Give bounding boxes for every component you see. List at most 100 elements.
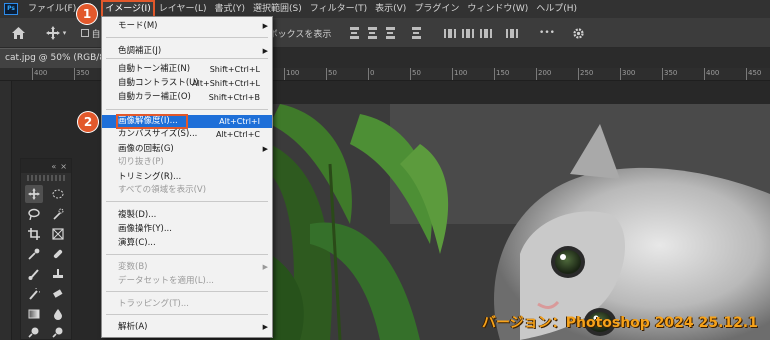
menu-item: すべての領域を表示(V) (102, 184, 272, 197)
menu-item[interactable]: 画像解像度(I)... Alt+Ctrl+I (102, 114, 272, 129)
tools-panel: « × (20, 158, 72, 340)
submenu-arrow-icon: ▶ (262, 145, 268, 153)
submenu-arrow-icon: ▶ (262, 323, 268, 331)
show-transform-label[interactable]: ボックスを表示 (269, 25, 332, 41)
document-tab[interactable]: cat.jpg @ 50% (RGB/8) (0, 48, 112, 68)
blur-tool-icon[interactable] (49, 305, 67, 323)
menu-item-label: 画像の回転(G) (118, 144, 174, 154)
menu-item[interactable]: 複製(D)... (102, 209, 272, 222)
menu-plugins[interactable]: プラグイン (410, 0, 463, 18)
ruler-tick-label: 250 (580, 69, 594, 77)
align-left-icon[interactable] (348, 27, 360, 40)
menu-item-label: 画像操作(Y)... (118, 224, 172, 234)
document-tab-label: cat.jpg @ 50% (RGB/8) (5, 53, 109, 63)
menu-help[interactable]: ヘルプ(H) (532, 0, 581, 18)
cat-photo (270, 104, 770, 340)
marquee-tool-icon[interactable] (49, 185, 67, 203)
menu-item[interactable]: 自動コントラスト(U) Alt+Shift+Ctrl+L (102, 77, 272, 90)
menu-file[interactable]: ファイル(F) (24, 0, 80, 18)
align-right-icon[interactable] (384, 27, 396, 40)
menu-item-label: モード(M) (118, 21, 158, 31)
menu-item-label: 色調補正(J) (118, 46, 162, 56)
quick-select-tool-icon[interactable] (49, 205, 67, 223)
menu-item[interactable]: 自動カラー補正(O) Shift+Ctrl+B (102, 91, 272, 104)
ruler-tick (74, 68, 75, 80)
eraser-tool-icon[interactable] (49, 285, 67, 303)
move-icon[interactable]: ▾ (42, 25, 70, 41)
eyedropper-tool-icon[interactable] (25, 245, 43, 263)
home-icon[interactable] (10, 25, 26, 41)
distribute-icon[interactable] (410, 27, 422, 40)
menu-item-shortcut: Alt+Ctrl+I (219, 117, 260, 126)
menu-item-label: 変数(B) (118, 262, 148, 272)
ruler-tick (578, 68, 579, 80)
menu-item[interactable]: モード(M) ▶ (102, 20, 272, 33)
menu-view[interactable]: 表示(V) (371, 0, 410, 18)
checkbox-box (81, 29, 90, 37)
dodge-tool-icon[interactable] (25, 323, 43, 340)
frame-tool-icon[interactable] (49, 225, 67, 243)
menu-item-label: データセットを適用(L)... (118, 276, 214, 286)
ruler-tick-label: 400 (34, 69, 48, 77)
healing-tool-icon[interactable] (49, 245, 67, 263)
distribute-vertical-icon[interactable] (506, 27, 518, 39)
submenu-arrow-icon: ▶ (262, 22, 268, 30)
step-2-badge: 2 (78, 112, 98, 132)
auto-select-checkbox[interactable]: 自 (80, 25, 102, 41)
step-1-badge: 1 (77, 4, 97, 24)
ruler-tick-label: 50 (328, 69, 337, 77)
close-icon[interactable]: × (60, 162, 67, 171)
menu-item[interactable]: トリミング(R)... (102, 171, 272, 184)
menu-item[interactable]: 画像の回転(G) ▶ (102, 143, 272, 156)
menu-item-label: トリミング(R)... (118, 172, 182, 182)
ruler-tick-label: 400 (706, 69, 720, 77)
ruler-tick-label: 100 (454, 69, 468, 77)
collapse-icon[interactable]: « (51, 162, 56, 171)
lasso-tool-icon[interactable] (25, 205, 43, 223)
history-brush-tool-icon[interactable] (25, 285, 43, 303)
move-tool-icon[interactable] (25, 185, 43, 203)
ruler-tick-label: 0 (370, 69, 375, 77)
menu-item-shortcut: Alt+Ctrl+C (215, 130, 260, 139)
more-options-button[interactable]: ••• (538, 25, 556, 41)
gear-icon[interactable] (570, 25, 586, 41)
menu-item[interactable]: 自動トーン補正(N) Shift+Ctrl+L (102, 63, 272, 76)
ruler-tick (326, 68, 327, 80)
menu-item-label: 切り抜き(P) (118, 157, 164, 167)
gradient-tool-icon[interactable] (25, 305, 43, 323)
menu-item[interactable]: 画像操作(Y)... (102, 223, 272, 236)
search-tool-icon[interactable] (49, 323, 67, 340)
ruler-tick (368, 68, 369, 80)
menu-item[interactable]: 解析(A) ▶ (102, 321, 272, 334)
submenu-arrow-icon: ▶ (262, 263, 268, 271)
align-center-icon[interactable] (366, 27, 378, 40)
brush-tool-icon[interactable] (25, 265, 43, 283)
photoshop-logo: Ps (4, 3, 18, 15)
ruler-tick (452, 68, 453, 80)
ruler-tick (704, 68, 705, 80)
ruler-tick-label: 150 (496, 69, 510, 77)
ruler-tick (746, 68, 747, 80)
menu-filter[interactable]: フィルター(T) (306, 0, 371, 18)
ruler-tick (620, 68, 621, 80)
crop-tool-icon[interactable] (25, 225, 43, 243)
menu-item-shortcut: Alt+Shift+Ctrl+L (192, 79, 260, 88)
menu-item[interactable]: カンバスサイズ(S)... Alt+Ctrl+C (102, 128, 272, 141)
menu-item-label: 自動コントラスト(U) (118, 78, 199, 88)
stamp-tool-icon[interactable] (49, 265, 67, 283)
ruler-tick-label: 300 (622, 69, 636, 77)
menu-separator (106, 254, 268, 255)
tools-grip[interactable] (27, 175, 65, 181)
menu-window[interactable]: ウィンドウ(W) (463, 0, 532, 18)
ruler-tick (536, 68, 537, 80)
menu-item[interactable]: 演算(C)... (102, 237, 272, 250)
tools-panel-header[interactable]: « × (21, 159, 71, 173)
menu-item[interactable]: 色調補正(J) ▶ (102, 45, 272, 58)
align-bottom-icon[interactable] (480, 27, 492, 39)
menu-item: 変数(B) ▶ (102, 261, 272, 274)
menu-item-label: カンバスサイズ(S)... (118, 129, 198, 139)
align-top-icon[interactable] (444, 27, 456, 39)
ruler-tick-label: 200 (538, 69, 552, 77)
ruler-tick-label: 450 (748, 69, 762, 77)
align-middle-icon[interactable] (462, 27, 474, 39)
